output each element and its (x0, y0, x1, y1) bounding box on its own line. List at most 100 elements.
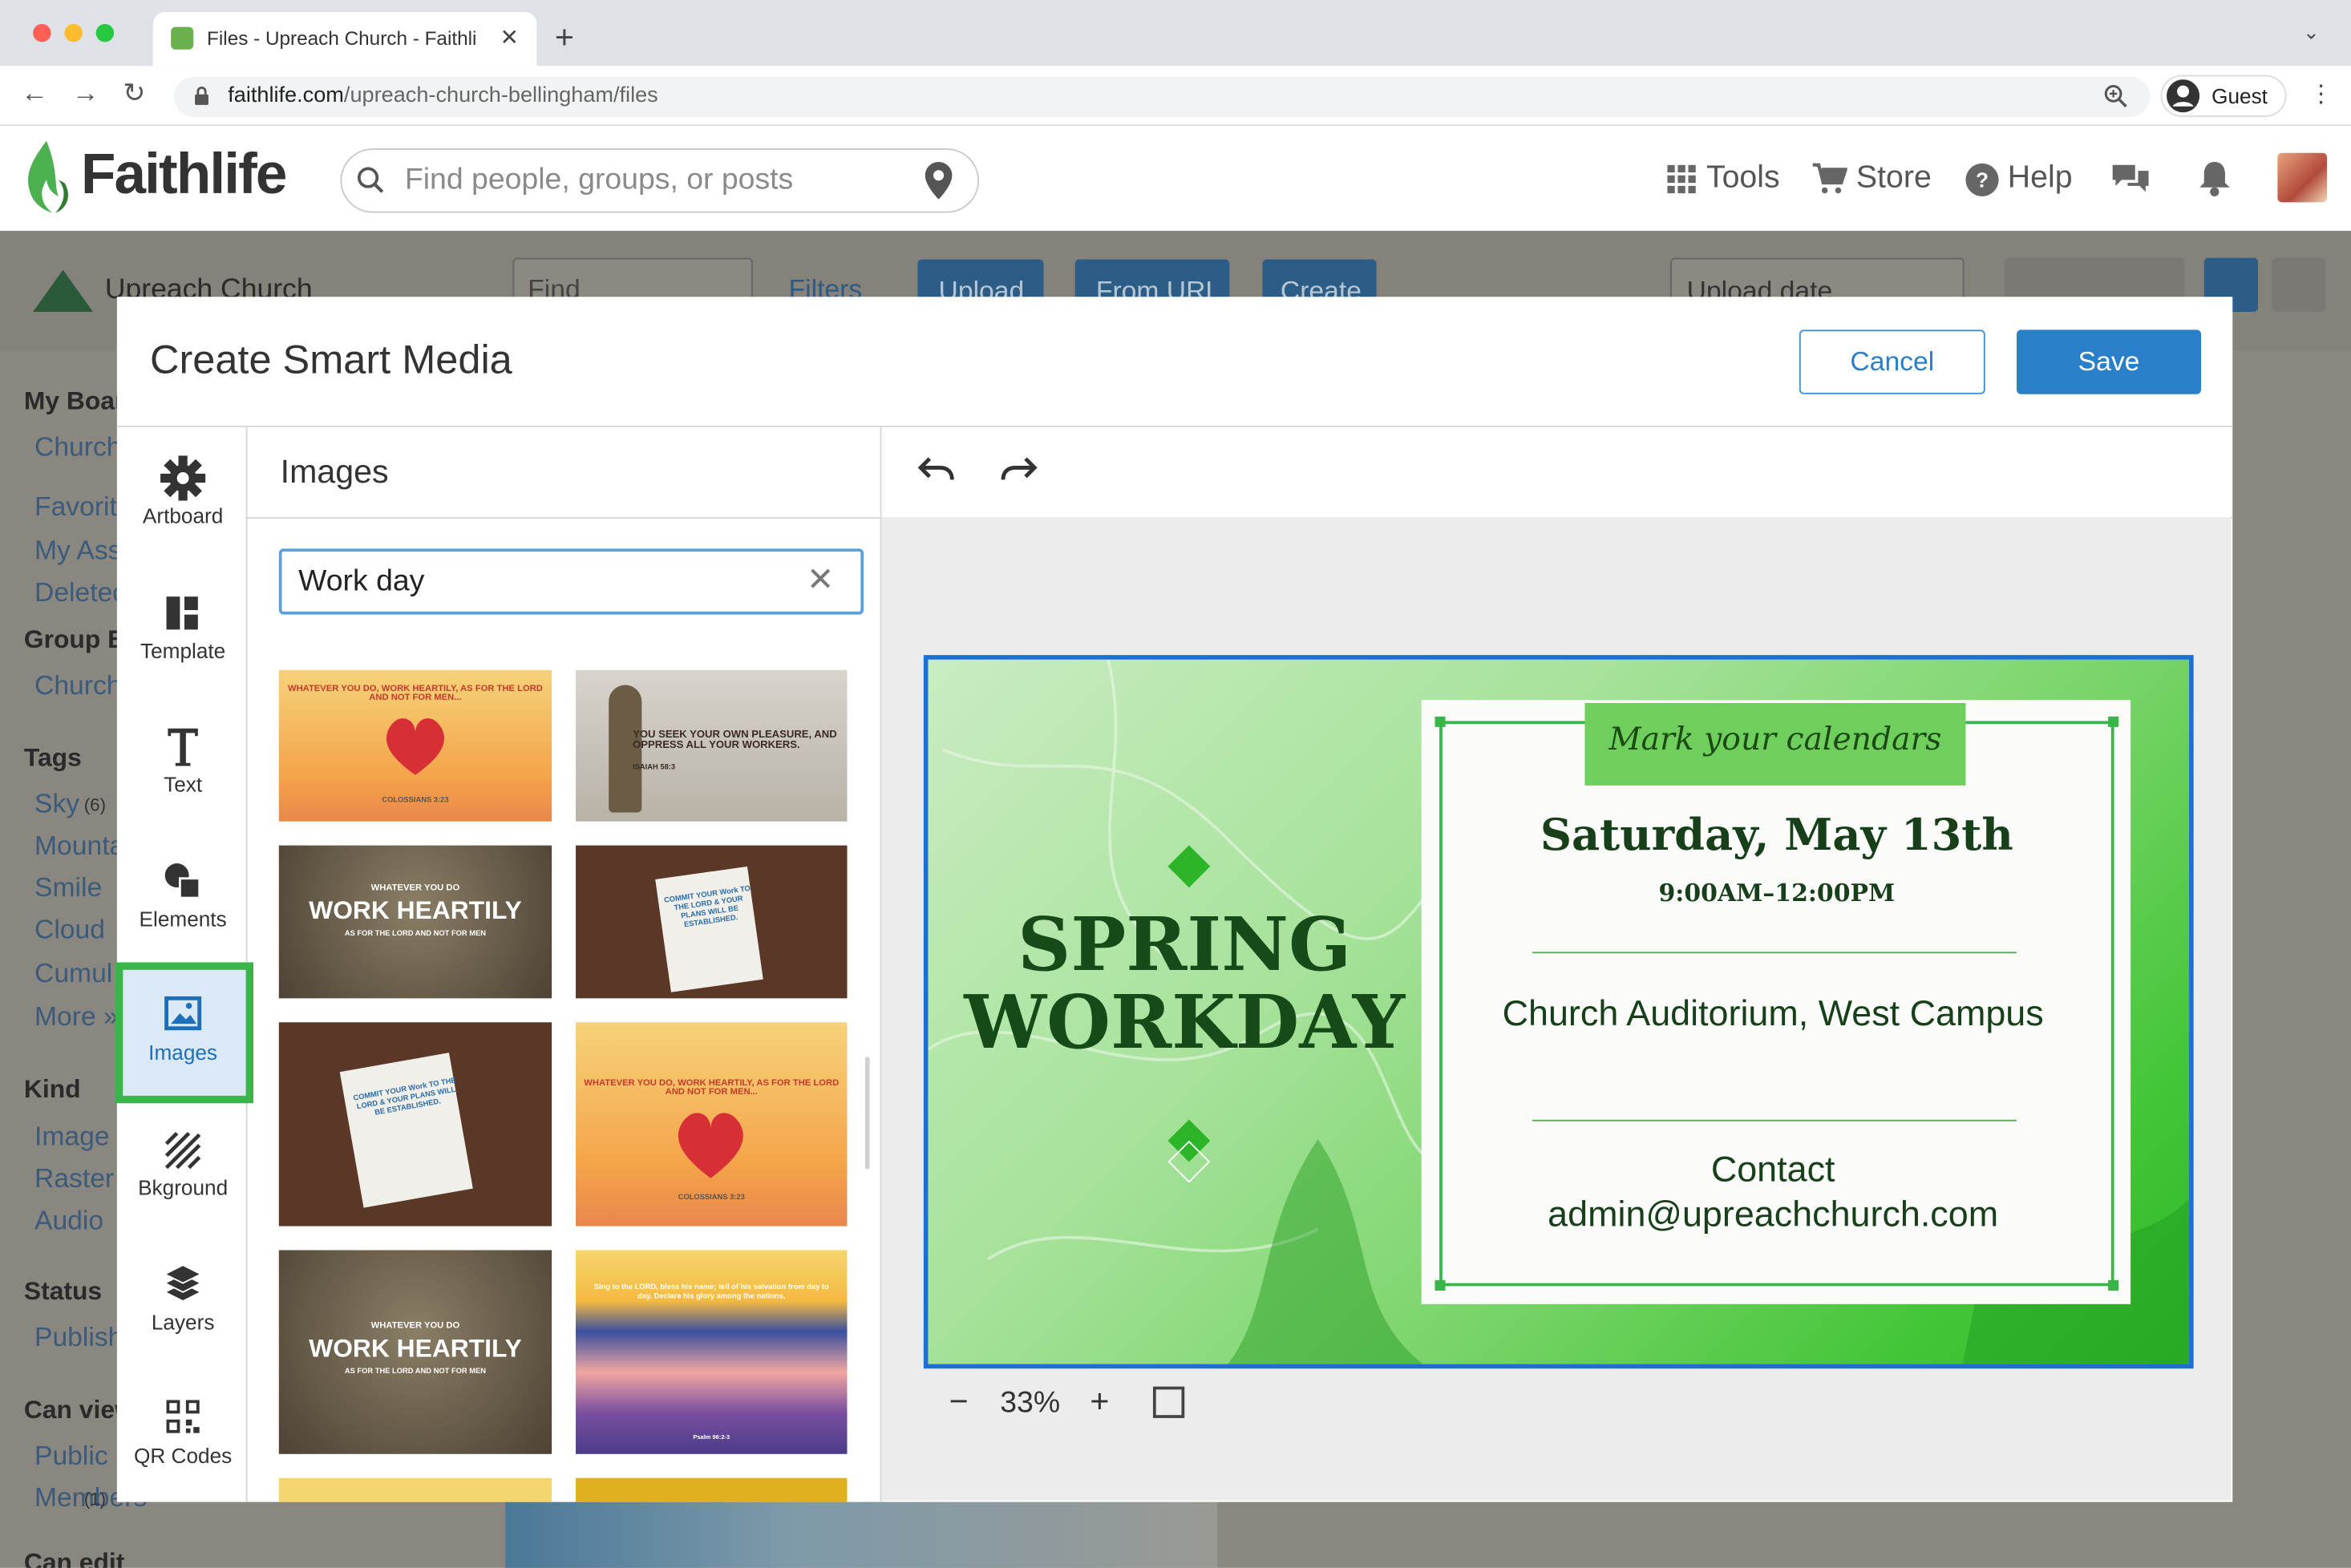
image-thumbnail[interactable]: WHATEVER YOU DO WORK HEARTILY AS FOR THE… (278, 1250, 552, 1454)
background-sidebar-item: Audio (34, 1205, 104, 1235)
browser-tab[interactable]: Files - Upreach Church - Faithlife ✕ (152, 11, 537, 67)
new-tab-button[interactable]: + (555, 18, 574, 57)
frame-corner (2108, 1279, 2119, 1291)
images-tool[interactable]: Images (120, 989, 246, 1065)
zoom-magnifier-icon[interactable] (2103, 84, 2127, 108)
artboard-headline[interactable]: SPRING WORKDAY (960, 905, 1410, 1061)
panel-scrollbar[interactable] (864, 1057, 870, 1170)
background-sidebar-item: Favorit (34, 491, 117, 522)
url-text[interactable]: faithlife.com/upreach-church-bellingham/… (228, 84, 658, 108)
profile-button[interactable]: Guest (2160, 75, 2287, 117)
search-icon (357, 167, 384, 193)
image-thumbnail[interactable]: WHATEVER YOU DO, WORK HEARTILY, AS FOR T… (278, 669, 552, 822)
image-thumbnail[interactable]: WHATEVER YOU DO, WORK HEARTILY, AS FOR T… (576, 1022, 848, 1227)
notifications-bell-icon[interactable] (2198, 159, 2231, 198)
calendar-banner-text[interactable]: Mark your calendars (1584, 721, 1965, 757)
layers-icon (163, 1264, 203, 1303)
messages-icon[interactable] (2110, 160, 2151, 196)
zoom-level: 33% (1000, 1386, 1061, 1420)
card-divider (1532, 1119, 2017, 1121)
image-thumbnail[interactable]: WHATEVER YOU DO WORK HEARTILY AS FOR THE… (278, 845, 552, 999)
zoom-in-button[interactable]: + (1090, 1382, 1109, 1421)
gear-icon (160, 455, 206, 501)
location-pin-icon[interactable] (924, 160, 953, 200)
event-location[interactable]: Church Auditorium, West Campus (1499, 992, 2047, 1037)
background-sidebar-item: Cloud (34, 914, 105, 945)
text-icon (168, 728, 198, 766)
event-date[interactable]: Saturday, May 13th (1439, 810, 2114, 861)
minimize-window-button[interactable] (64, 23, 83, 42)
fit-to-screen-icon[interactable] (1152, 1386, 1185, 1418)
background-sidebar-heading: Can edit (23, 1548, 125, 1568)
template-icon (166, 596, 198, 630)
layout-toggle-b (2271, 257, 2326, 312)
zoom-out-button[interactable]: − (949, 1382, 969, 1421)
image-thumbnail[interactable]: Sing to the LORD, bless his name; tell o… (576, 1250, 848, 1454)
layers-tool[interactable]: Layers (120, 1259, 246, 1334)
tab-search-chevron-icon[interactable]: ⌄ (2303, 21, 2319, 45)
help-icon: ? (1965, 163, 1999, 196)
background-sidebar-item: Raster (34, 1163, 115, 1194)
background-sidebar-item: Sky (34, 788, 80, 818)
image-thumbnail[interactable]: YOU SEEK YOUR OWN PLEASURE, AND OPPRESS … (576, 669, 848, 822)
background-sidebar-item: Public (34, 1440, 108, 1471)
artboard-tool-label: Artboard (142, 503, 224, 528)
qr-codes-tool-label: QR Codes (134, 1443, 233, 1468)
elements-tool[interactable]: Elements (120, 856, 246, 931)
image-icon (164, 996, 202, 1031)
user-avatar[interactable] (2277, 152, 2328, 203)
upreach-logo-icon (33, 269, 93, 312)
modal-title: Create Smart Media (149, 337, 512, 382)
close-window-button[interactable] (33, 23, 51, 42)
url-path: /upreach-church-bellingham/files (343, 83, 658, 108)
background-sidebar-item: Church (34, 669, 122, 701)
reload-icon[interactable]: ↻ (123, 78, 145, 109)
svg-text:?: ? (1976, 168, 1989, 192)
image-search-value: Work day (298, 564, 425, 599)
profile-label: Guest (2211, 83, 2268, 108)
url-host: faithlife.com (228, 83, 344, 108)
tools-link[interactable]: Tools (1706, 160, 1780, 196)
undo-icon[interactable] (917, 453, 957, 483)
artboard-tool[interactable]: Artboard (120, 453, 246, 527)
browser-menu-icon[interactable]: ⋮ (2309, 79, 2333, 109)
images-tool-label: Images (148, 1040, 218, 1065)
close-tab-icon[interactable]: ✕ (500, 24, 519, 51)
help-link[interactable]: Help (2008, 160, 2073, 196)
back-arrow-icon[interactable]: ← (21, 78, 48, 109)
image-thumbnail[interactable]: COMMIT YOUR Work TO THE LORD & YOUR PLAN… (278, 1022, 552, 1227)
card-divider (1532, 952, 2017, 954)
image-thumbnail-partial[interactable] (576, 1477, 848, 1502)
store-link[interactable]: Store (1856, 160, 1932, 196)
qr-codes-tool[interactable]: QR Codes (120, 1392, 246, 1468)
save-button[interactable]: Save (2017, 329, 2202, 394)
event-contact[interactable]: Contact admin@upreachchurch.com (1484, 1148, 2062, 1238)
background-tool[interactable]: Bkground (120, 1124, 246, 1199)
faithlife-flame-icon[interactable] (21, 138, 72, 216)
background-sidebar-item: More » (34, 1001, 119, 1032)
faithlife-favicon-icon (171, 26, 194, 50)
cart-icon (1812, 163, 1847, 194)
background-sidebar-item: Publish (34, 1322, 123, 1352)
frame-corner (1434, 716, 1446, 727)
template-tool[interactable]: Template (120, 588, 246, 662)
background-icon (164, 1131, 201, 1170)
forward-arrow-icon[interactable]: → (72, 78, 99, 109)
image-thumbnail-partial[interactable] (278, 1477, 552, 1502)
faithlife-logo[interactable]: Faithlife (81, 144, 287, 208)
event-time[interactable]: 9:00AM–12:00PM (1439, 879, 2114, 907)
maximize-window-button[interactable] (95, 23, 115, 42)
tab-title: Files - Upreach Church - Faithlife (207, 26, 477, 50)
frame-corner (2108, 716, 2119, 727)
cancel-button[interactable]: Cancel (1799, 329, 1985, 394)
background-sidebar-heading: My Boar (23, 386, 125, 415)
clear-search-icon[interactable]: ✕ (807, 560, 834, 600)
redo-icon[interactable] (998, 453, 1038, 483)
site-search-placeholder: Find people, groups, or posts (404, 163, 794, 196)
qr-code-icon (166, 1400, 200, 1433)
heart-icon (386, 718, 444, 775)
background-tool-label: Bkground (138, 1175, 229, 1199)
profile-avatar-icon (2167, 79, 2200, 113)
image-thumbnail[interactable]: COMMIT YOUR Work TO THE LORD & YOUR PLAN… (576, 845, 848, 999)
text-tool[interactable]: Text (120, 721, 246, 796)
